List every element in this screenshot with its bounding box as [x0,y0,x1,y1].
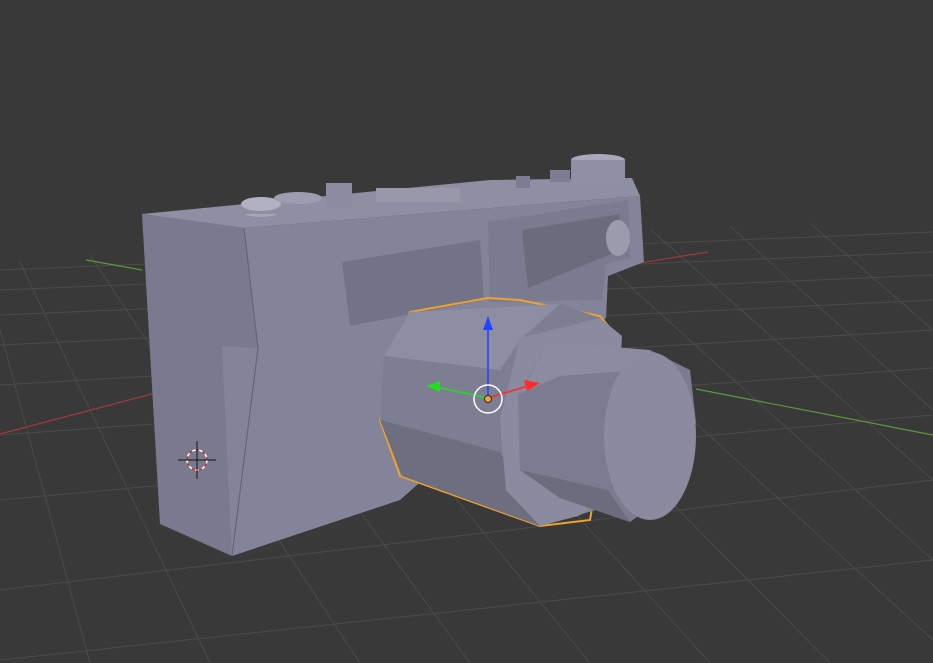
object-origin-icon [484,395,492,403]
top-bump-2 [550,170,570,182]
top-bump [516,176,530,188]
lens-front-glass [604,352,696,520]
3d-viewport[interactable] [0,0,933,663]
viewport-canvas[interactable] [0,0,933,663]
lens-barrel[interactable] [378,296,696,528]
top-rail [376,188,460,202]
y-axis-line [695,388,933,436]
right-dial-body [571,160,625,180]
rewind-knob [274,192,322,204]
top-block [326,183,352,209]
side-knob [606,220,630,256]
